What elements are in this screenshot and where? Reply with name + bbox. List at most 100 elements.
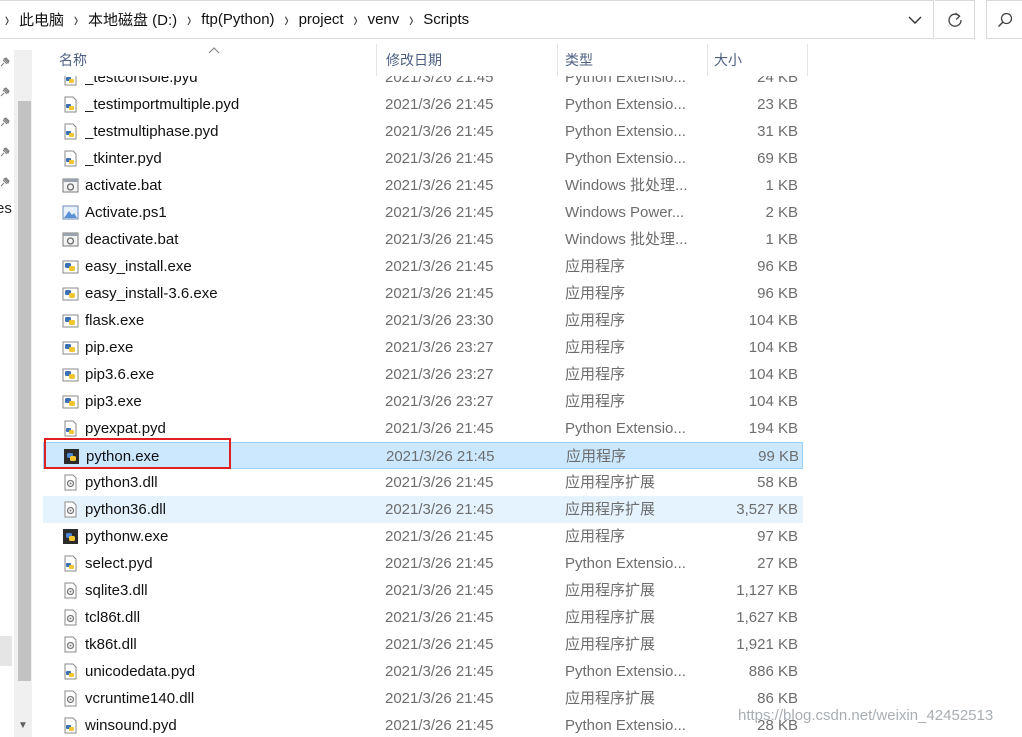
nav-item-label[interactable]: es [0, 200, 12, 217]
file-size: 24 KB [757, 76, 798, 86]
chevron-right-icon[interactable]: › [182, 8, 196, 32]
chevron-right-icon[interactable]: › [404, 8, 418, 32]
file-name: tk86t.dll [85, 636, 137, 653]
file-row[interactable]: sqlite3.dll 2021/3/26 21:45 应用程序扩展 1,127 KB [43, 577, 803, 604]
file-type: 应用程序扩展 [565, 501, 656, 518]
file-date-modified: 2021/3/26 21:45 [385, 609, 494, 626]
file-type: Python Extensio... [565, 663, 686, 680]
breadcrumb-scripts[interactable]: Scripts [418, 11, 474, 28]
file-row[interactable]: flask.exe 2021/3/26 23:30 应用程序 104 KB [43, 307, 803, 334]
column-header-size-label: 大小 [714, 52, 742, 68]
file-size: 1,921 KB [736, 636, 798, 653]
file-type: Windows 批处理... [565, 177, 688, 194]
file-size: 96 KB [757, 258, 798, 275]
file-type: 应用程序 [566, 448, 627, 465]
pane-scroll-thumb[interactable] [0, 636, 12, 666]
breadcrumb-project[interactable]: project [294, 11, 349, 28]
python-exe-icon [62, 366, 79, 383]
address-bar[interactable]: › 此电脑 › 本地磁盘 (D:) › ftp(Python) › projec… [0, 0, 934, 39]
chevron-down-icon[interactable] [904, 9, 926, 31]
file-row[interactable]: winsound.pyd 2021/3/26 21:45 Python Extens… [43, 712, 803, 737]
pyd-icon [62, 663, 79, 680]
file-row[interactable]: _testimportmultiple.pyd 2021/3/26 21:45 Py… [43, 91, 803, 118]
pin-icon[interactable] [0, 84, 10, 97]
file-date-modified: 2021/3/26 21:45 [385, 636, 494, 653]
address-bar-row: › 此电脑 › 本地磁盘 (D:) › ftp(Python) › projec… [0, 0, 1022, 40]
file-row[interactable]: vcruntime140.dll 2021/3/26 21:45 应用程序扩展 86 … [43, 685, 803, 712]
file-row[interactable]: activate.bat 2021/3/26 21:45 Windows 批处理..… [43, 172, 803, 199]
file-row[interactable]: pip.exe 2021/3/26 23:27 应用程序 104 KB [43, 334, 803, 361]
file-type: 应用程序 [565, 285, 626, 302]
column-header-size[interactable]: 大小 [709, 44, 808, 76]
file-type: Python Extensio... [565, 123, 686, 140]
pyd-icon [62, 150, 79, 167]
chevron-right-icon[interactable]: › [0, 8, 14, 32]
search-input[interactable] [986, 0, 1022, 39]
file-row[interactable]: pip3.6.exe 2021/3/26 23:27 应用程序 104 KB [43, 361, 803, 388]
file-size: 886 KB [748, 663, 798, 680]
file-type: 应用程序扩展 [565, 609, 656, 626]
file-date-modified: 2021/3/26 23:30 [385, 312, 494, 329]
file-row[interactable]: pythonw.exe 2021/3/26 21:45 应用程序 97 KB [43, 523, 803, 550]
file-date-modified: 2021/3/26 23:27 [385, 366, 494, 383]
chevron-right-icon[interactable]: › [349, 8, 363, 32]
file-name: Activate.ps1 [85, 204, 167, 221]
column-header-date[interactable]: 修改日期 [381, 44, 558, 76]
pin-icon[interactable] [0, 114, 10, 127]
file-name: sqlite3.dll [85, 582, 148, 599]
file-row[interactable]: python36.dll 2021/3/26 21:45 应用程序扩展 3,527 K… [43, 496, 803, 523]
file-row[interactable]: tcl86t.dll 2021/3/26 21:45 应用程序扩展 1,627 KB [43, 604, 803, 631]
file-size: 1,627 KB [736, 609, 798, 626]
column-header-type[interactable]: 类型 [560, 44, 708, 76]
breadcrumb-venv[interactable]: venv [363, 11, 405, 28]
dll-icon [62, 636, 79, 653]
file-date-modified: 2021/3/26 23:27 [385, 393, 494, 410]
refresh-button[interactable] [935, 0, 975, 39]
breadcrumb-ftp-python[interactable]: ftp(Python) [196, 11, 279, 28]
breadcrumb-local-disk-d[interactable]: 本地磁盘 (D:) [83, 9, 182, 30]
breadcrumb-this-pc[interactable]: 此电脑 [14, 9, 69, 30]
dll-icon [62, 582, 79, 599]
chevron-right-icon[interactable]: › [69, 8, 83, 32]
scrollbar-thumb[interactable] [18, 101, 31, 681]
file-size: 104 KB [748, 366, 798, 383]
file-row[interactable]: _tkinter.pyd 2021/3/26 21:45 Python Extens… [43, 145, 803, 172]
file-type: Python Extensio... [565, 717, 686, 734]
file-name: select.pyd [85, 555, 153, 572]
file-date-modified: 2021/3/26 21:45 [385, 76, 494, 86]
file-date-modified: 2021/3/26 21:45 [385, 258, 494, 275]
file-size: 194 KB [748, 420, 798, 437]
file-row[interactable]: tk86t.dll 2021/3/26 21:45 应用程序扩展 1,921 KB [43, 631, 803, 658]
file-row[interactable]: deactivate.bat 2021/3/26 21:45 Windows 批处理… [43, 226, 803, 253]
file-row[interactable]: select.pyd 2021/3/26 21:45 Python Extensio… [43, 550, 803, 577]
bat-icon [62, 177, 79, 194]
file-row[interactable]: _testmultiphase.pyd 2021/3/26 21:45 Python… [43, 118, 803, 145]
file-size: 2 KB [765, 204, 798, 221]
file-size: 96 KB [757, 285, 798, 302]
file-row[interactable]: pip3.exe 2021/3/26 23:27 应用程序 104 KB [43, 388, 803, 415]
chevron-right-icon[interactable]: › [280, 8, 294, 32]
file-row[interactable]: easy_install.exe 2021/3/26 21:45 应用程序 96 KB [43, 253, 803, 280]
file-size: 97 KB [757, 528, 798, 545]
file-row[interactable]: Activate.ps1 2021/3/26 21:45 Windows Power… [43, 199, 803, 226]
file-row[interactable]: python3.dll 2021/3/26 21:45 应用程序扩展 58 KB [43, 469, 803, 496]
sort-ascending-icon [207, 42, 221, 54]
pin-icon[interactable] [0, 144, 10, 157]
file-row[interactable]: _testconsole.pyd 2021/3/26 21:45 Python Ex… [43, 76, 803, 91]
dll-icon [62, 690, 79, 707]
file-row[interactable]: easy_install-3.6.exe 2021/3/26 21:45 应用程序 9… [43, 280, 803, 307]
pin-icon[interactable] [0, 174, 10, 187]
file-row[interactable]: unicodedata.pyd 2021/3/26 21:45 Python Ext… [43, 658, 803, 685]
file-type: Python Extensio... [565, 555, 686, 572]
pyd-icon [62, 96, 79, 113]
file-name: pip.exe [85, 339, 134, 356]
file-size: 104 KB [748, 393, 798, 410]
scroll-down-arrow-icon[interactable]: ▼ [14, 716, 32, 734]
pyd-icon [62, 420, 79, 437]
file-name: _testconsole.pyd [85, 76, 198, 86]
pin-icon[interactable] [0, 54, 10, 67]
file-size: 58 KB [757, 474, 798, 491]
column-header-type-label: 类型 [565, 52, 593, 68]
file-name: easy_install.exe [85, 258, 192, 275]
file-date-modified: 2021/3/26 21:45 [385, 123, 494, 140]
